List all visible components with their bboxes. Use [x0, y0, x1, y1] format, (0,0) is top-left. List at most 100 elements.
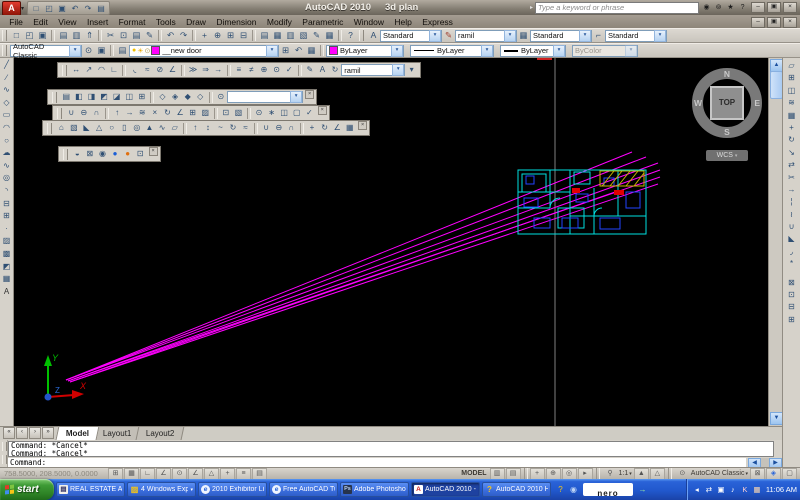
- layer-on-icon[interactable]: ●: [132, 47, 136, 54]
- gradient-icon[interactable]: ▩: [1, 248, 13, 261]
- copy-icon[interactable]: ⊞: [785, 72, 798, 84]
- baseline-icon[interactable]: ⇒: [199, 64, 212, 76]
- polar-icon[interactable]: ∠: [156, 467, 171, 480]
- center-mark-icon[interactable]: ⊙: [270, 64, 283, 76]
- quick-view-drawings-icon[interactable]: ▤: [505, 467, 521, 480]
- ne-iso-icon[interactable]: ◆: [181, 91, 194, 103]
- extend-icon[interactable]: →: [785, 184, 798, 196]
- helix-icon[interactable]: ∿: [156, 122, 169, 134]
- imprint-icon[interactable]: ⊙: [253, 107, 266, 119]
- clean-icon[interactable]: ∗: [265, 107, 278, 119]
- menu-tools[interactable]: Tools: [151, 17, 181, 27]
- tray-kaspersky-icon[interactable]: K: [740, 484, 750, 495]
- union-icon[interactable]: ∪: [65, 107, 78, 119]
- viewcube-wcs-menu[interactable]: WCS ▾: [706, 150, 748, 161]
- send-under-icon[interactable]: ⊞: [785, 314, 798, 326]
- dim-style-icon[interactable]: ✎: [442, 29, 455, 42]
- paste-icon[interactable]: ▤: [130, 29, 143, 42]
- linear-icon[interactable]: ↔: [70, 64, 83, 76]
- circle-icon[interactable]: ○: [1, 135, 13, 148]
- tray-calendar-icon[interactable]: ▦: [752, 484, 762, 495]
- copy-clip-icon[interactable]: ⊡: [117, 29, 130, 42]
- right-view-icon[interactable]: ◪: [110, 91, 123, 103]
- steering-wheel-icon[interactable]: ◎: [561, 467, 577, 480]
- send-to-back-icon[interactable]: ⊡: [785, 289, 798, 301]
- 3d-move-icon[interactable]: +: [306, 122, 319, 134]
- tab-model[interactable]: Model: [55, 426, 100, 440]
- qnew-icon[interactable]: □: [30, 3, 42, 14]
- match-properties-icon[interactable]: ✎: [143, 29, 156, 42]
- layer-color-swatch[interactable]: [151, 46, 161, 55]
- offset-icon[interactable]: ≋: [785, 97, 798, 109]
- bring-above-icon[interactable]: ⊟: [785, 301, 798, 313]
- array-icon[interactable]: ▦: [785, 110, 798, 122]
- rotate-icon[interactable]: ↻: [785, 134, 798, 146]
- toolbar-close-icon[interactable]: ×: [317, 106, 327, 115]
- command-history[interactable]: Command: *Cancel* Command: *Cancel*: [8, 441, 774, 457]
- move-icon[interactable]: +: [785, 122, 798, 134]
- toolbar-grip[interactable]: [2, 45, 7, 56]
- sweep-icon[interactable]: ~: [214, 122, 227, 134]
- layer-properties-icon[interactable]: ▤: [116, 44, 129, 57]
- intersect-icon[interactable]: ∩: [90, 107, 103, 119]
- markup-set-manager-icon[interactable]: ✎: [310, 29, 323, 42]
- otrack-icon[interactable]: ∠: [188, 467, 203, 480]
- infocenter-search-input[interactable]: Type a keyword or phrase: [535, 1, 700, 14]
- inspect-icon[interactable]: ✓: [283, 64, 296, 76]
- diameter-icon[interactable]: ⊘: [154, 64, 167, 76]
- hide-icon[interactable]: ◒: [71, 148, 84, 160]
- open-icon[interactable]: ◰: [23, 29, 36, 42]
- communication-center-icon[interactable]: ⊚: [713, 3, 724, 13]
- loft-icon[interactable]: ≈: [239, 122, 252, 134]
- ordinate-icon[interactable]: ∟: [108, 64, 121, 76]
- showmotion-icon[interactable]: ▸: [577, 467, 593, 480]
- region-icon[interactable]: ◩: [1, 261, 13, 274]
- scrollbar-track[interactable]: [761, 458, 769, 467]
- back-view-icon[interactable]: ⊞: [136, 91, 149, 103]
- toolbar-grip[interactable]: [63, 148, 68, 160]
- command-window-grip[interactable]: [0, 440, 8, 467]
- menu-window[interactable]: Window: [349, 17, 390, 27]
- tab-layout1[interactable]: Layout1: [92, 426, 143, 440]
- render-region-icon[interactable]: ⊠: [84, 148, 97, 160]
- menu-dimension[interactable]: Dimension: [211, 17, 262, 27]
- pan-realtime-icon[interactable]: +: [198, 29, 211, 42]
- quick-view-layouts-icon[interactable]: ▥: [489, 467, 505, 480]
- ducs-icon[interactable]: △: [204, 467, 219, 480]
- hatch-icon[interactable]: ▨: [1, 235, 13, 248]
- explode-icon[interactable]: *: [785, 258, 798, 270]
- join-icon[interactable]: ∪: [785, 221, 798, 233]
- zoom-icon[interactable]: ⊕: [545, 467, 561, 480]
- color-faces-icon[interactable]: ▨: [199, 107, 212, 119]
- delete-faces-icon[interactable]: ×: [149, 107, 162, 119]
- render-environment-icon[interactable]: ●: [109, 148, 122, 160]
- erase-icon[interactable]: ▱: [785, 60, 798, 72]
- subtract-icon[interactable]: ⊖: [273, 122, 286, 134]
- multiline-text-icon[interactable]: A: [1, 286, 13, 299]
- cone-icon[interactable]: △: [93, 122, 106, 134]
- taskbar-clock[interactable]: 11:06 AM: [766, 485, 797, 494]
- taskbar-task-windows-explorer-group[interactable]: ▨ 4 Windows Expl... ▾: [127, 482, 196, 497]
- ortho-icon[interactable]: ∟: [140, 467, 155, 480]
- layer-states-icon[interactable]: ▦: [305, 44, 318, 57]
- presspull-icon[interactable]: ↕: [202, 122, 215, 134]
- tab-layout2[interactable]: Layout2: [135, 426, 185, 440]
- osnap-icon[interactable]: ⊙: [172, 467, 187, 480]
- multileader-style-combo[interactable]: Standard ▾: [605, 29, 667, 42]
- polysolid-icon[interactable]: ⌂: [55, 122, 68, 134]
- dropdown-icon[interactable]: ▾: [504, 29, 516, 42]
- bring-to-front-icon[interactable]: ⊠: [785, 277, 798, 289]
- viewcube-south-label[interactable]: S: [724, 127, 730, 137]
- globe-icon[interactable]: ◉: [568, 484, 579, 495]
- advanced-render-settings-icon[interactable]: ●: [121, 148, 134, 160]
- dim-update-icon[interactable]: ↻: [329, 64, 342, 76]
- menu-file[interactable]: File: [4, 17, 28, 27]
- plot-preview-icon[interactable]: ▥: [70, 29, 83, 42]
- taskbar-task-photoshop[interactable]: Ps Adobe Photosho...: [340, 482, 409, 497]
- qp-icon[interactable]: ▤: [252, 467, 267, 480]
- mirror-icon[interactable]: ◫: [785, 85, 798, 97]
- qnew-icon[interactable]: □: [10, 29, 23, 42]
- nero-launcher-icon[interactable]: →: [637, 484, 648, 495]
- make-current-icon[interactable]: ⊞: [279, 44, 292, 57]
- dim-text-edit-icon[interactable]: A: [316, 64, 329, 76]
